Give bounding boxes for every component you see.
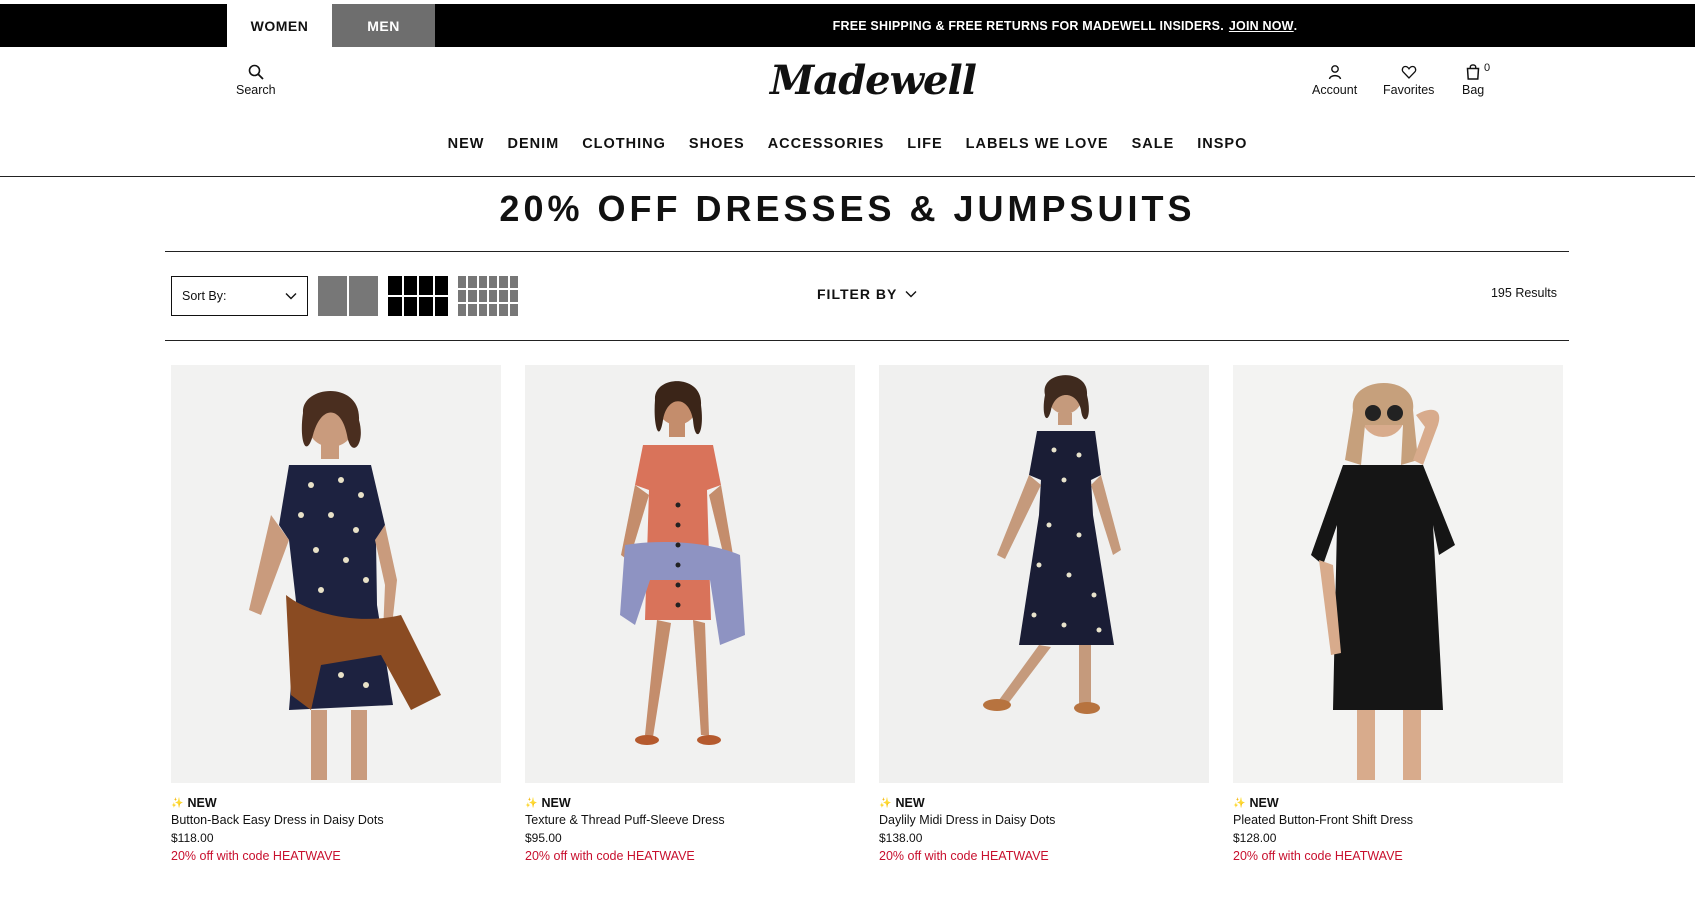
product-image[interactable] <box>171 365 501 783</box>
main-navigation: NEW DENIM CLOTHING SHOES ACCESSORIES LIF… <box>0 136 1695 158</box>
product-price: $138.00 <box>879 831 923 845</box>
nav-denim[interactable]: DENIM <box>496 136 571 158</box>
heart-icon <box>1401 65 1416 79</box>
account-button[interactable]: Account <box>1312 64 1357 97</box>
promo-code-text: 20% off with code HEATWAVE <box>1233 849 1403 863</box>
model-photo <box>171 365 501 783</box>
new-badge: ✨ NEW <box>171 796 501 810</box>
model-photo <box>1233 365 1563 783</box>
chevron-down-icon <box>285 293 297 300</box>
grid-4-column-button[interactable] <box>388 276 448 316</box>
badge-label: NEW <box>1249 796 1279 810</box>
new-badge: ✨ NEW <box>1233 796 1563 810</box>
promo-code-text: 20% off with code HEATWAVE <box>525 849 695 863</box>
chevron-down-icon <box>905 291 917 298</box>
product-image[interactable] <box>1233 365 1563 783</box>
promo-code-text: 20% off with code HEATWAVE <box>171 849 341 863</box>
nav-inspo[interactable]: INSPO <box>1186 136 1259 158</box>
join-now-link[interactable]: JOIN NOW <box>1229 19 1294 33</box>
promo-code-text: 20% off with code HEATWAVE <box>879 849 1049 863</box>
grid-2-column-button[interactable] <box>318 276 378 316</box>
new-badge: ✨ NEW <box>879 796 1209 810</box>
grid-6-column-button[interactable] <box>458 276 518 316</box>
tab-women[interactable]: WOMEN <box>227 4 332 47</box>
account-label: Account <box>1312 83 1358 97</box>
filter-label: FILTER BY <box>817 286 898 302</box>
sparkle-icon: ✨ <box>525 797 538 809</box>
product-image[interactable] <box>879 365 1209 783</box>
nav-new[interactable]: NEW <box>436 136 496 158</box>
promo-banner: FREE SHIPPING & FREE RETURNS FOR MADEWEL… <box>435 4 1695 47</box>
filter-by-button[interactable]: FILTER BY <box>817 286 917 302</box>
model-photo <box>879 365 1209 783</box>
promo-text: FREE SHIPPING & FREE RETURNS FOR MADEWEL… <box>832 18 1224 33</box>
product-price: $118.00 <box>171 831 214 845</box>
product-card: ✨ NEW Daylily Midi Dress in Daisy Dots $… <box>879 365 1209 863</box>
favorites-label: Favorites <box>1383 83 1435 97</box>
search-label: Search <box>236 83 276 97</box>
favorites-button[interactable]: Favorites <box>1383 64 1434 97</box>
sort-label: Sort By: <box>182 289 227 303</box>
badge-label: NEW <box>541 796 571 810</box>
nav-shoes[interactable]: SHOES <box>677 136 756 158</box>
results-count: 195 Results <box>1490 286 1557 300</box>
shopping-bag-icon <box>1466 64 1480 80</box>
nav-clothing[interactable]: CLOTHING <box>571 136 678 158</box>
title-divider <box>165 251 1569 252</box>
search-icon <box>248 64 264 80</box>
bag-button[interactable]: 0 Bag <box>1462 62 1490 97</box>
product-name[interactable]: Pleated Button-Front Shift Dress <box>1233 813 1563 827</box>
tab-men[interactable]: MEN <box>332 4 435 47</box>
badge-label: NEW <box>895 796 925 810</box>
new-badge: ✨ NEW <box>525 796 855 810</box>
product-card: ✨ NEW Texture & Thread Puff-Sleeve Dress… <box>525 365 855 863</box>
product-name[interactable]: Texture & Thread Puff-Sleeve Dress <box>525 813 855 827</box>
bag-label: Bag <box>1462 83 1485 97</box>
product-price: $128.00 <box>1233 831 1277 845</box>
user-icon <box>1328 65 1341 80</box>
sparkle-icon: ✨ <box>171 797 184 809</box>
product-name[interactable]: Button-Back Easy Dress in Daisy Dots <box>171 813 501 827</box>
header-divider <box>0 176 1695 177</box>
product-image[interactable] <box>525 365 855 783</box>
nav-labels-we-love[interactable]: LABELS WE LOVE <box>954 136 1120 158</box>
product-card: ✨ NEW Pleated Button-Front Shift Dress $… <box>1233 365 1563 863</box>
sparkle-icon: ✨ <box>879 797 892 809</box>
page-title: 20% OFF DRESSES & JUMPSUITS <box>499 188 1196 229</box>
search-button[interactable]: Search <box>236 64 276 97</box>
badge-label: NEW <box>187 796 217 810</box>
nav-life[interactable]: LIFE <box>896 136 954 158</box>
product-name[interactable]: Daylily Midi Dress in Daisy Dots <box>879 813 1209 827</box>
top-promo-bar: WOMEN MEN FREE SHIPPING & FREE RETURNS F… <box>0 4 1695 47</box>
sort-dropdown[interactable]: Sort By: <box>171 276 308 316</box>
toolbar-divider <box>165 340 1569 341</box>
logo-text: Madewell <box>770 57 977 104</box>
product-card: ✨ NEW Button-Back Easy Dress in Daisy Do… <box>171 365 501 863</box>
nav-accessories[interactable]: ACCESSORIES <box>756 136 896 158</box>
product-price: $95.00 <box>525 831 562 845</box>
model-photo <box>525 365 855 783</box>
promo-suffix: . <box>1293 18 1298 33</box>
madewell-logo[interactable]: Madewell <box>770 56 977 106</box>
nav-sale[interactable]: SALE <box>1120 136 1186 158</box>
bag-count: 0 <box>1484 62 1491 74</box>
sparkle-icon: ✨ <box>1233 797 1246 809</box>
